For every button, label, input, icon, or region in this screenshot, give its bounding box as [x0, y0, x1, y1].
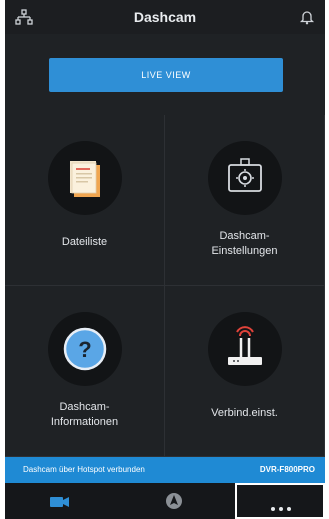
- tab-more[interactable]: [235, 483, 325, 519]
- tile-label: Dateiliste: [61, 236, 108, 248]
- tile-label: Verbind.einst.: [211, 407, 278, 419]
- tab-dashcam[interactable]: [5, 483, 113, 519]
- help-icon: ?: [48, 312, 122, 386]
- app-screen: Dashcam LIVE VIEW Dateiliste Dashcam- Ei…: [5, 0, 325, 519]
- svg-text:?: ?: [78, 337, 91, 362]
- top-bar: Dashcam: [5, 0, 325, 34]
- tile-file-list[interactable]: Dateiliste: [5, 115, 165, 286]
- device-name: DVR-F800PRO: [259, 465, 315, 474]
- tile-label: Dashcam- Informationen: [50, 401, 119, 428]
- navigation-icon: [165, 492, 183, 515]
- more-icon: [270, 499, 292, 517]
- bell-icon[interactable]: [298, 8, 316, 26]
- tile-label: Dashcam- Einstellungen: [211, 230, 278, 257]
- page-title: Dashcam: [133, 9, 197, 25]
- video-camera-icon: [50, 495, 70, 513]
- menu-grid: Dateiliste Dashcam- Einstellungen ? Dash…: [5, 115, 325, 457]
- tile-connection-settings[interactable]: Verbind.einst.: [165, 286, 325, 457]
- bottom-tab-bar: [5, 483, 325, 519]
- dashcam-settings-icon: [208, 141, 282, 215]
- tile-dashcam-settings[interactable]: Dashcam- Einstellungen: [165, 115, 325, 286]
- router-icon: [208, 312, 282, 386]
- tile-dashcam-info[interactable]: ? Dashcam- Informationen: [5, 286, 165, 457]
- connection-status-bar: Dashcam über Hotspot verbunden DVR-F800P…: [5, 457, 325, 483]
- connection-status-text: Dashcam über Hotspot verbunden: [23, 465, 145, 474]
- tab-navigation[interactable]: [113, 483, 235, 519]
- file-list-icon: [48, 141, 122, 215]
- live-view-button[interactable]: LIVE VIEW: [49, 58, 283, 92]
